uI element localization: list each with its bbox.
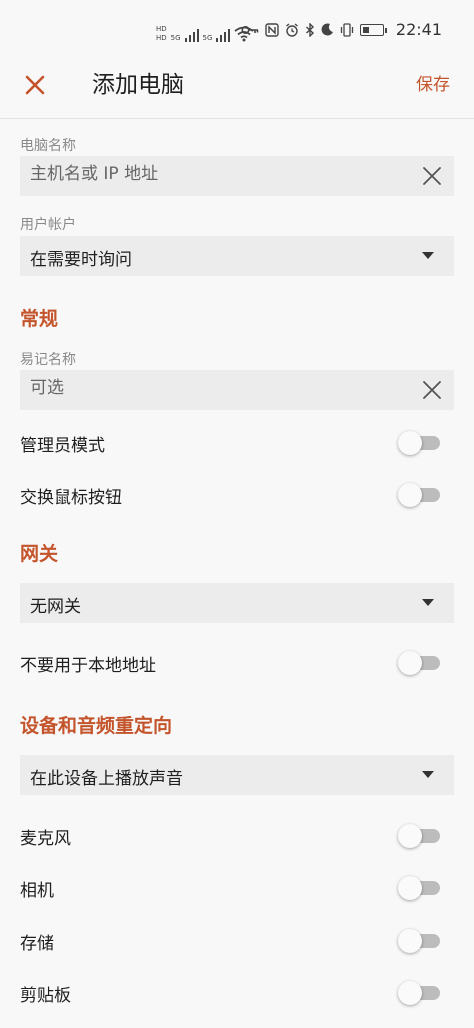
- camera-row: 相机: [0, 870, 474, 906]
- status-time: 22:41: [395, 20, 442, 39]
- clear-icon: [423, 167, 441, 185]
- admin-mode-switch[interactable]: [398, 431, 442, 455]
- signal-strength-icon-1: [184, 29, 199, 42]
- swap-mouse-switch[interactable]: [398, 483, 442, 507]
- clear-icon: [423, 381, 441, 399]
- gateway-dropdown[interactable]: 无网关: [20, 583, 454, 623]
- gateway-selected: 无网关: [30, 597, 81, 617]
- friendly-name-clear-button[interactable]: [422, 380, 442, 400]
- clipboard-switch[interactable]: [398, 981, 442, 1005]
- status-bar: HD HD 5G 5G 22:41: [0, 0, 474, 60]
- clipboard-row: 剪贴板: [0, 975, 474, 1011]
- storage-switch[interactable]: [398, 929, 442, 953]
- storage-label: 存储: [20, 934, 54, 954]
- key-icon: [241, 25, 259, 34]
- pc-name-field[interactable]: [20, 156, 454, 196]
- bypass-local-switch[interactable]: [398, 651, 442, 675]
- microphone-row: 麦克风: [0, 818, 474, 854]
- admin-mode-label: 管理员模式: [20, 436, 105, 456]
- camera-switch[interactable]: [398, 876, 442, 900]
- battery-icon: [359, 23, 387, 36]
- sim1-hd-icon: HD HD: [156, 25, 167, 42]
- signal-strength-icon-2: [216, 29, 231, 42]
- microphone-switch[interactable]: [398, 824, 442, 848]
- dropdown-arrow-icon: [422, 771, 434, 778]
- pc-name-input[interactable]: [30, 164, 390, 184]
- pc-name-clear-button[interactable]: [422, 166, 442, 186]
- storage-row: 存储: [0, 923, 474, 959]
- microphone-label: 麦克风: [20, 829, 71, 849]
- vibrate-icon: [340, 22, 354, 37]
- page-title: 添加电脑: [92, 72, 184, 98]
- bypass-local-row: 不要用于本地地址: [0, 645, 474, 681]
- camera-label: 相机: [20, 881, 54, 901]
- close-button[interactable]: [20, 70, 50, 100]
- swap-mouse-label: 交换鼠标按钮: [20, 488, 122, 508]
- status-icons: 22:41: [241, 20, 442, 39]
- section-title-gateway: 网关: [20, 543, 59, 565]
- user-account-label: 用户帐户: [20, 217, 76, 233]
- signal-indicators: HD HD 5G 5G: [156, 20, 254, 42]
- friendly-name-input[interactable]: [30, 378, 390, 398]
- bluetooth-icon: [305, 22, 314, 37]
- do-not-disturb-moon-icon: [321, 23, 333, 36]
- network-type-2: 5G: [202, 34, 213, 42]
- clipboard-label: 剪贴板: [20, 986, 71, 1006]
- friendly-name-label: 易记名称: [20, 352, 76, 368]
- alarm-icon: [285, 22, 298, 37]
- sound-selected: 在此设备上播放声音: [30, 769, 183, 789]
- section-title-redirection: 设备和音频重定向: [20, 715, 173, 737]
- network-type-1: 5G: [170, 34, 181, 42]
- save-button[interactable]: 保存: [416, 72, 450, 98]
- section-title-general: 常规: [20, 308, 59, 330]
- user-account-dropdown[interactable]: 在需要时询问: [20, 236, 454, 276]
- dropdown-arrow-icon: [422, 599, 434, 606]
- appbar-divider: [0, 118, 474, 119]
- close-icon: [25, 75, 45, 95]
- app-bar: 添加电脑 保存: [0, 60, 474, 118]
- swap-mouse-row: 交换鼠标按钮: [0, 477, 474, 513]
- pc-name-label: 电脑名称: [20, 138, 76, 154]
- bypass-local-label: 不要用于本地地址: [20, 656, 156, 676]
- admin-mode-row: 管理员模式: [0, 425, 474, 461]
- user-account-selected: 在需要时询问: [30, 250, 132, 270]
- friendly-name-field[interactable]: [20, 370, 454, 410]
- sound-dropdown[interactable]: 在此设备上播放声音: [20, 755, 454, 795]
- dropdown-arrow-icon: [422, 252, 434, 259]
- nfc-icon: [265, 22, 279, 37]
